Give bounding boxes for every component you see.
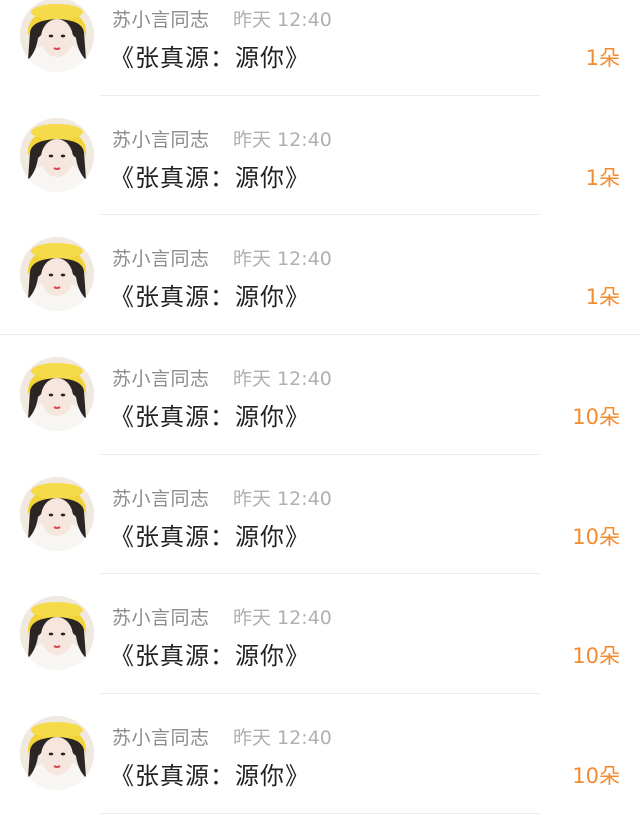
- timestamp: 昨天 12:40: [233, 128, 332, 151]
- message-row[interactable]: 苏小言同志 昨天 12:40 《张真源：源你》 10朵: [0, 574, 640, 695]
- message-row[interactable]: 苏小言同志 昨天 12:40 《张真源：源你》 10朵: [0, 455, 640, 575]
- user-avatar[interactable]: [20, 476, 94, 551]
- flower-count: 1朵: [585, 285, 620, 310]
- message-row[interactable]: 苏小言同志 昨天 12:40 《张真源：源你》 10朵: [0, 335, 640, 455]
- timestamp: 昨天 12:40: [233, 727, 332, 750]
- username[interactable]: 苏小言同志: [112, 244, 210, 271]
- user-avatar[interactable]: [20, 357, 94, 432]
- message-content[interactable]: 《张真源：源你》: [110, 636, 310, 671]
- message-content[interactable]: 《张真源：源你》: [110, 517, 310, 552]
- username[interactable]: 苏小言同志: [112, 723, 210, 750]
- username[interactable]: 苏小言同志: [112, 484, 210, 511]
- message-content[interactable]: 《张真源：源你》: [110, 397, 310, 432]
- timestamp: 昨天 12:40: [233, 9, 332, 31]
- timestamp: 昨天 12:40: [233, 248, 332, 271]
- username[interactable]: 苏小言同志: [112, 125, 210, 152]
- row-divider: [100, 812, 540, 814]
- message-list: 苏小言同志 昨天 12:40 《张真源：源你》 1朵 苏小言同志 昨天 12:4…: [0, 0, 640, 814]
- message-content[interactable]: 《张真源：源你》: [110, 158, 310, 193]
- username[interactable]: 苏小言同志: [112, 5, 210, 32]
- flower-count: 10朵: [572, 644, 620, 669]
- message-row[interactable]: 苏小言同志 昨天 12:40 《张真源：源你》 1朵: [0, 96, 640, 216]
- username[interactable]: 苏小言同志: [112, 603, 210, 630]
- message-content[interactable]: 《张真源：源你》: [110, 756, 310, 791]
- message-row[interactable]: 苏小言同志 昨天 12:40 《张真源：源你》 1朵: [0, 0, 640, 96]
- user-avatar[interactable]: [20, 117, 94, 192]
- user-avatar[interactable]: [20, 0, 94, 72]
- timestamp: 昨天 12:40: [233, 607, 332, 630]
- message-content[interactable]: 《张真源：源你》: [110, 277, 310, 312]
- timestamp: 昨天 12:40: [233, 368, 332, 391]
- flower-count: 10朵: [572, 524, 620, 549]
- flower-count: 10朵: [572, 764, 620, 789]
- message-content[interactable]: 《张真源：源你》: [110, 38, 310, 73]
- flower-count: 1朵: [585, 46, 620, 70]
- flower-count: 1朵: [585, 165, 620, 190]
- username[interactable]: 苏小言同志: [112, 364, 210, 391]
- message-row[interactable]: 苏小言同志 昨天 12:40 《张真源：源你》 10朵: [0, 694, 640, 814]
- user-avatar[interactable]: [20, 596, 94, 671]
- user-avatar[interactable]: [20, 237, 94, 312]
- message-row[interactable]: 苏小言同志 昨天 12:40 《张真源：源你》 1朵: [0, 215, 640, 336]
- user-avatar[interactable]: [20, 716, 94, 791]
- flower-count: 10朵: [572, 405, 620, 430]
- timestamp: 昨天 12:40: [233, 487, 332, 510]
